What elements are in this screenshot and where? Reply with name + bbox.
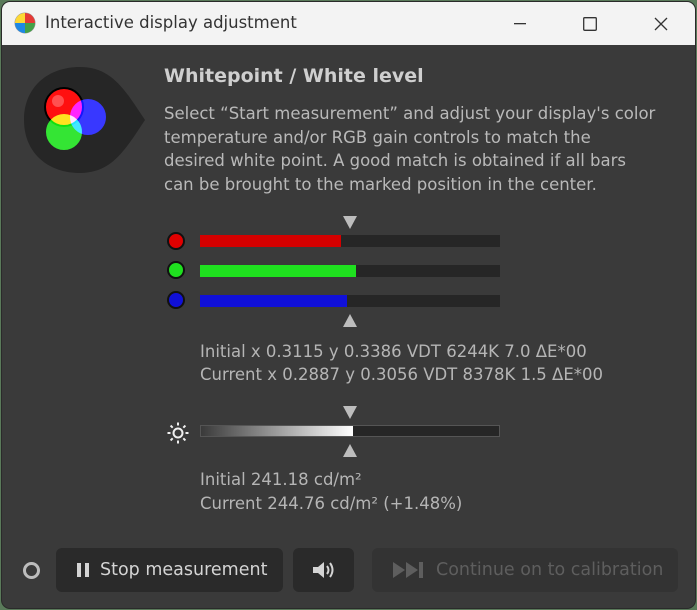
section-heading: Whitepoint / White level [164,65,424,87]
skip-forward-icon [392,561,426,579]
dialog-window: Interactive display adjustment Whitepoin… [2,2,695,608]
title-bar: Interactive display adjustment [2,2,695,45]
pause-icon [76,562,90,578]
displaycal-icon [14,12,36,34]
blue-channel-bar [200,295,500,307]
blue-channel-dot [167,291,185,309]
sound-toggle-button[interactable] [293,548,354,592]
whitepoint-current: Current x 0.2887 y 0.3056 VDT 8378K 1.5 … [200,365,604,384]
luminance-current: Current 244.76 cd/m² (+1.48%) [200,494,463,513]
green-channel-bar [200,265,500,277]
luminance-marker-top [343,406,357,419]
green-channel-dot [167,261,185,279]
blue-channel-fill [200,295,347,307]
window-title: Interactive display adjustment [45,13,297,32]
luminance-marker-bottom [343,444,357,457]
continue-calibration-button[interactable]: Continue on to calibration [372,548,678,592]
instructions-text: Select “Start measurement” and adjust yo… [164,104,656,194]
maximize-button[interactable] [567,2,613,45]
minimize-button[interactable] [497,2,543,45]
stop-measurement-label: Stop measurement [100,560,268,580]
sun-icon [167,422,189,444]
maximize-icon [583,16,597,31]
stop-measurement-button[interactable]: Stop measurement [56,548,283,592]
target-marker-bottom [343,314,357,327]
whitepoint-initial: Initial x 0.3115 y 0.3386 VDT 6244K 7.0 … [200,342,587,361]
close-icon [654,17,668,30]
minimize-icon [514,22,526,24]
red-channel-dot [167,232,185,250]
luminance-fill [201,426,353,436]
speaker-icon [312,562,333,578]
green-channel-fill [200,265,356,277]
red-channel-fill [200,235,341,247]
close-button[interactable] [638,2,684,45]
rgb-circles-icon [24,67,145,173]
continue-calibration-label: Continue on to calibration [436,560,664,580]
target-marker-top [343,216,357,229]
content-area: Whitepoint / White level Select “Start m… [2,45,695,608]
luminance-initial: Initial 241.18 cd/m² [200,470,362,489]
luminance-bar [200,425,500,437]
status-indicator [23,562,40,579]
red-channel-bar [200,235,500,247]
